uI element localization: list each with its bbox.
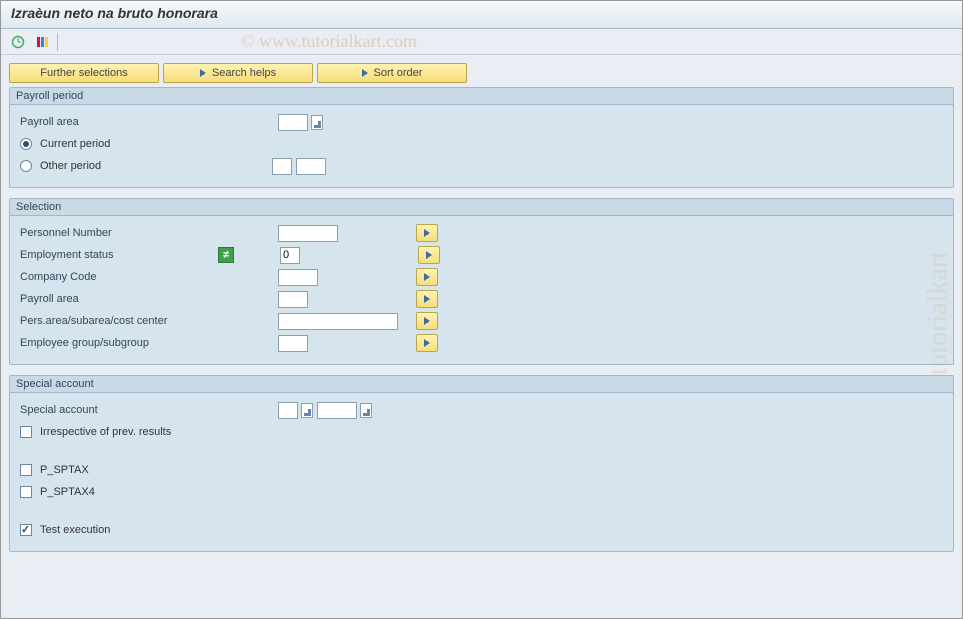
multiple-selection-button[interactable] <box>418 246 440 264</box>
emp-group-label: Employee group/subgroup <box>20 337 230 349</box>
f4-help-icon[interactable] <box>360 403 372 418</box>
arrow-right-icon <box>424 295 430 303</box>
app-window: Izraèun neto na bruto honorara © www.tut… <box>0 0 963 619</box>
other-period-radio[interactable] <box>20 160 32 172</box>
test-execution-label: Test execution <box>40 524 110 536</box>
sort-order-label: Sort order <box>374 67 423 79</box>
action-bar: Further selections Search helps Sort ord… <box>1 55 962 87</box>
multiple-selection-button[interactable] <box>416 312 438 330</box>
multiple-selection-button[interactable] <box>416 268 438 286</box>
variant-icon[interactable] <box>33 33 51 51</box>
p-sptax-checkbox[interactable] <box>20 464 32 476</box>
current-period-radio[interactable] <box>20 138 32 150</box>
separator <box>57 33 58 51</box>
payroll-area-label: Payroll area <box>20 116 230 128</box>
further-selections-button[interactable]: Further selections <box>9 63 159 83</box>
arrow-right-icon <box>200 69 206 77</box>
arrow-right-icon <box>424 317 430 325</box>
payroll-area-sel-input[interactable] <box>278 291 308 308</box>
employment-status-input[interactable] <box>280 247 300 264</box>
special-account-input-1[interactable] <box>278 402 298 419</box>
group-title: Special account <box>10 376 953 393</box>
pers-area-label: Pers.area/subarea/cost center <box>20 315 230 327</box>
payroll-area-label: Payroll area <box>20 293 230 305</box>
p-sptax-label: P_SPTAX <box>40 464 89 476</box>
personnel-number-input[interactable] <box>278 225 338 242</box>
group-title: Selection <box>10 199 953 216</box>
personnel-number-label: Personnel Number <box>20 227 230 239</box>
emp-group-input[interactable] <box>278 335 308 352</box>
sort-order-button[interactable]: Sort order <box>317 63 467 83</box>
group-title: Payroll period <box>10 88 953 105</box>
p-sptax4-label: P_SPTAX4 <box>40 486 95 498</box>
irrespective-checkbox[interactable] <box>20 426 32 438</box>
group-payroll-period: Payroll period Payroll area Current peri… <box>9 87 954 188</box>
multiple-selection-button[interactable] <box>416 290 438 308</box>
other-period-input-1[interactable] <box>272 158 292 175</box>
other-period-input-2[interactable] <box>296 158 326 175</box>
page-title: Izraèun neto na bruto honorara <box>1 1 962 29</box>
company-code-label: Company Code <box>20 271 230 283</box>
special-account-label: Special account <box>20 404 230 416</box>
arrow-right-icon <box>362 69 368 77</box>
content: Payroll period Payroll area Current peri… <box>1 87 962 570</box>
current-period-label: Current period <box>40 138 110 150</box>
pers-area-input[interactable] <box>278 313 398 330</box>
app-toolbar <box>1 29 962 55</box>
multiple-selection-button[interactable] <box>416 224 438 242</box>
search-helps-button[interactable]: Search helps <box>163 63 313 83</box>
special-account-input-2[interactable] <box>317 402 357 419</box>
other-period-label: Other period <box>40 160 236 172</box>
f4-help-icon[interactable] <box>301 403 313 418</box>
execute-icon[interactable] <box>9 33 27 51</box>
arrow-right-icon <box>424 339 430 347</box>
group-special-account: Special account Special account Irrespec… <box>9 375 954 552</box>
irrespective-label: Irrespective of prev. results <box>40 426 171 438</box>
p-sptax4-checkbox[interactable] <box>20 486 32 498</box>
payroll-area-input[interactable] <box>278 114 308 131</box>
not-equal-icon[interactable]: ≠ <box>218 247 234 263</box>
group-selection: Selection Personnel Number Employment st… <box>9 198 954 365</box>
f4-help-icon[interactable] <box>311 115 323 130</box>
multiple-selection-button[interactable] <box>416 334 438 352</box>
arrow-right-icon <box>424 229 430 237</box>
arrow-right-icon <box>424 273 430 281</box>
further-selections-label: Further selections <box>40 67 127 79</box>
employment-status-label: Employment status <box>20 249 214 261</box>
arrow-right-icon <box>426 251 432 259</box>
search-helps-label: Search helps <box>212 67 276 79</box>
company-code-input[interactable] <box>278 269 318 286</box>
test-execution-checkbox[interactable] <box>20 524 32 536</box>
